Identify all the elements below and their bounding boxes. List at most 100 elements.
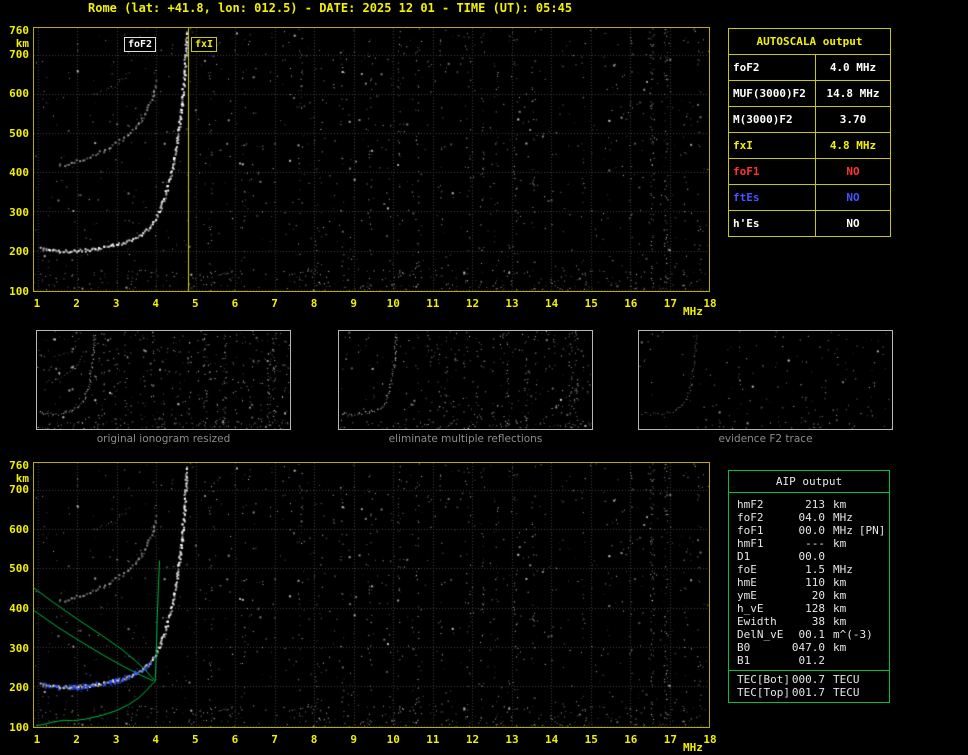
aip-param-name: DelN_vE bbox=[737, 628, 784, 641]
x-axis-tick: 9 bbox=[350, 297, 357, 310]
aip-param-value: 04.0 bbox=[798, 511, 826, 524]
aip-param-name: D1 bbox=[737, 550, 751, 563]
aip-param-value: 20 bbox=[811, 589, 825, 602]
thumbnail-original-ionogram bbox=[36, 330, 291, 430]
aip-param-value: 01.2 bbox=[798, 654, 826, 667]
x-axis-tick: 15 bbox=[584, 297, 598, 310]
aip-row: foF1 00.0 MHz [PN] bbox=[737, 524, 887, 537]
x-axis-tick: 11 bbox=[426, 733, 440, 746]
x-axis-tick: 4 bbox=[152, 733, 160, 746]
autoscala-row: M(3000)F2 3.70 bbox=[729, 107, 890, 133]
y-axis-tick: 600 bbox=[9, 522, 29, 536]
autoscala-param-name: foF1 bbox=[729, 159, 816, 184]
aip-param-unit: km bbox=[833, 589, 847, 602]
x-axis-tick: 15 bbox=[584, 733, 598, 746]
x-axis-tick: 1 bbox=[33, 733, 41, 746]
autoscala-row: MUF(3000)F2 14.8 MHz bbox=[729, 81, 890, 107]
thumbnail-caption-eliminate: eliminate multiple reflections bbox=[388, 433, 543, 445]
aip-param-unit: m^(-3) bbox=[833, 628, 873, 641]
autoscala-row: fxI 4.8 MHz bbox=[729, 133, 890, 159]
aip-param-name: foF2 bbox=[737, 511, 764, 524]
ionogram-plot-main: foF2 fxI bbox=[33, 27, 710, 292]
aip-param-name: B1 bbox=[737, 654, 751, 667]
y-axis-tick: 600 bbox=[9, 87, 29, 101]
autoscala-param-value: NO bbox=[846, 217, 860, 230]
x-axis-tick: 12 bbox=[465, 297, 480, 310]
aip-row: foE 1.5 MHz bbox=[737, 563, 887, 576]
autoscala-param-name: foF2 bbox=[729, 55, 816, 80]
x-axis-tick: 13 bbox=[505, 297, 519, 310]
aip-row: B0 047.0 km bbox=[737, 641, 887, 654]
aip-param-value: 00.0 bbox=[798, 524, 826, 537]
autoscala-screen: { "title": "Rome (lat: +41.8, lon: 012.5… bbox=[0, 0, 968, 755]
x-axis-tick: 16 bbox=[624, 733, 638, 746]
thumbnail-eliminate-reflections bbox=[338, 330, 593, 430]
aip-row: ymE 20 km bbox=[737, 589, 887, 602]
x-axis-tick: 8 bbox=[310, 297, 318, 310]
autoscala-row: foF1 NO bbox=[729, 159, 890, 185]
aip-param-unit: km bbox=[833, 537, 847, 550]
aip-param-value: --- bbox=[805, 537, 825, 550]
x-axis-tick: 4 bbox=[152, 297, 160, 310]
aip-param-name: hmF1 bbox=[737, 537, 764, 550]
autoscala-table-rows: foF2 4.0 MHz MUF(3000)F2 14.8 MHz M(3000)F2 3… bbox=[729, 55, 890, 236]
y-axis-tick: 300 bbox=[9, 205, 29, 219]
x-axis-tick: 16 bbox=[624, 297, 638, 310]
autoscala-param-value: 4.0 MHz bbox=[829, 61, 877, 74]
x-axis-tick: 2 bbox=[73, 733, 80, 746]
y-axis-tick: 100 bbox=[9, 720, 29, 734]
aip-row: hmF1 --- km bbox=[737, 537, 887, 550]
y-axis-tick: 400 bbox=[9, 166, 29, 180]
aip-table-title: AIP output bbox=[729, 471, 889, 493]
aip-param-name: hmE bbox=[737, 576, 757, 589]
aip-row: DelN_vE 00.1 m^(-3) bbox=[737, 628, 887, 641]
autoscala-param-value: NO bbox=[846, 191, 860, 204]
autoscala-param-name: M(3000)F2 bbox=[729, 107, 816, 132]
foF2-marker-label: foF2 bbox=[124, 37, 157, 52]
ionogram-canvas-main bbox=[34, 28, 709, 291]
thumbnail-caption-evidence: evidence F2 trace bbox=[718, 433, 813, 445]
autoscala-row: ftEs NO bbox=[729, 185, 890, 211]
aip-param-unit: TECU bbox=[833, 673, 860, 686]
aip-param-value: 000.7 bbox=[791, 673, 825, 686]
aip-row: D1 00.0 bbox=[737, 550, 887, 563]
aip-param-unit: km bbox=[833, 615, 847, 628]
station-date-title: Rome (lat: +41.8, lon: 012.5) - DATE: 20… bbox=[88, 1, 573, 15]
x-axis-tick: 17 bbox=[663, 733, 678, 746]
aip-param-unit: TECU bbox=[833, 686, 860, 699]
aip-param-name: Ewidth bbox=[737, 615, 777, 628]
thumbnail-caption-original: original ionogram resized bbox=[96, 433, 231, 445]
x-axis-tick: 11 bbox=[426, 297, 440, 310]
aip-param-name: foF1 bbox=[737, 524, 764, 537]
aip-param-name: TEC[Bot] bbox=[737, 673, 790, 686]
x-axis-tick: 5 bbox=[192, 733, 199, 746]
aip-param-unit: km bbox=[833, 576, 847, 589]
autoscala-param-value: 3.70 bbox=[839, 113, 867, 126]
y-axis-tick: 760 bbox=[9, 24, 29, 38]
x-axis-tick: 10 bbox=[386, 733, 400, 746]
x-axis-tick: 7 bbox=[271, 733, 278, 746]
aip-param-extra: [PN] bbox=[858, 524, 886, 537]
x-axis-tick: 12 bbox=[465, 733, 480, 746]
x-axis-tick: 6 bbox=[231, 733, 239, 746]
y-axis-unit: km bbox=[15, 472, 29, 486]
y-axis-tick: 500 bbox=[9, 562, 29, 576]
thumbnail-evidence-canvas bbox=[639, 331, 892, 429]
aip-table-rows: hmF2 213 km foF2 04.0 MHz foF1 00.0 MHz [PN] hmF1 -… bbox=[729, 493, 889, 670]
y-axis-tick: 300 bbox=[9, 641, 29, 655]
x-axis-tick: 13 bbox=[505, 733, 519, 746]
aip-row: Ewidth 38 km bbox=[737, 615, 887, 628]
thumbnail-eliminate-canvas bbox=[339, 331, 592, 429]
x-axis-tick: 7 bbox=[271, 297, 278, 310]
x-axis-tick: 3 bbox=[112, 297, 120, 310]
aip-param-value: 38 bbox=[811, 615, 825, 628]
aip-param-value: 110 bbox=[805, 576, 825, 589]
x-axis-unit: MHz bbox=[683, 741, 703, 754]
aip-output-table: AIP output hmF2 213 km foF2 04.0 MHz foF1 00.0 M… bbox=[728, 470, 890, 703]
aip-param-unit: km bbox=[833, 641, 847, 654]
y-axis-tick: 760 bbox=[9, 459, 29, 473]
autoscala-row: h'Es NO bbox=[729, 211, 890, 236]
fxI-marker-label: fxI bbox=[191, 37, 218, 52]
aip-param-name: hmF2 bbox=[737, 498, 764, 511]
x-axis-tick: 9 bbox=[350, 733, 357, 746]
